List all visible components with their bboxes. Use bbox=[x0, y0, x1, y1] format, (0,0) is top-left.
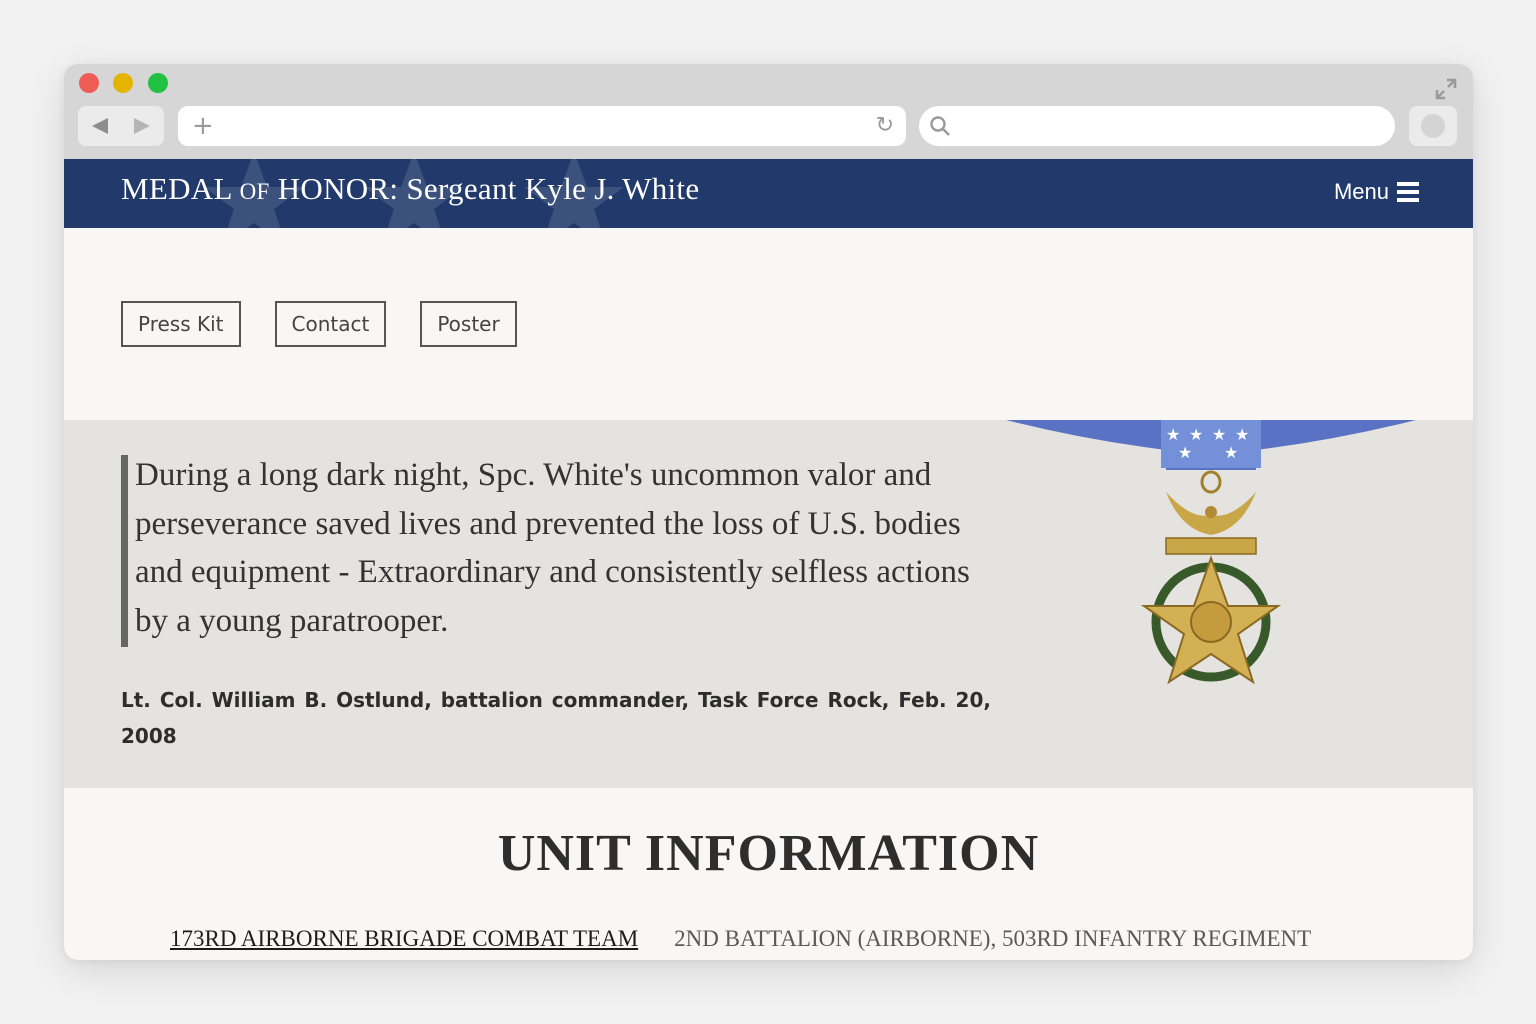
quote-text: During a long dark night, Spc. White's u… bbox=[135, 457, 970, 639]
contact-button[interactable]: Contact bbox=[274, 301, 387, 347]
unit-link-173rd-airborne[interactable]: 173RD AIRBORNE BRIGADE COMBAT TEAM bbox=[170, 926, 638, 952]
menu-label: Menu bbox=[1333, 179, 1389, 204]
svg-text:★: ★ bbox=[1224, 443, 1238, 462]
browser-window: + ↻ MEDAL OF HONOR: Sergeant Kyle J. Whi… bbox=[64, 64, 1473, 960]
menu-button[interactable]: Menu bbox=[1334, 175, 1419, 209]
new-tab-plus-icon[interactable]: + bbox=[192, 112, 214, 140]
hamburger-icon bbox=[1397, 182, 1419, 202]
site-title[interactable]: MEDAL OF HONOR: Sergeant Kyle J. White bbox=[121, 171, 699, 207]
maximize-window-button[interactable] bbox=[148, 73, 168, 93]
press-kit-button[interactable]: Press Kit bbox=[121, 301, 241, 347]
unit-information-heading: UNIT INFORMATION bbox=[497, 825, 1040, 882]
browser-chrome: + ↻ bbox=[64, 64, 1473, 159]
quote-border bbox=[121, 455, 128, 647]
reload-icon[interactable]: ↻ bbox=[876, 114, 894, 138]
unit-links: 173RD AIRBORNE BRIGADE COMBAT TEAM 2ND B… bbox=[170, 926, 1311, 952]
history-nav-group bbox=[78, 106, 164, 146]
svg-text:★: ★ bbox=[1212, 425, 1226, 444]
svg-text:★: ★ bbox=[1178, 443, 1192, 462]
close-window-button[interactable] bbox=[79, 73, 99, 93]
search-icon bbox=[930, 116, 950, 136]
site-title-rest: HONOR: Sergeant Kyle J. White bbox=[277, 171, 700, 206]
svg-text:★: ★ bbox=[1189, 425, 1203, 444]
svg-text:★: ★ bbox=[1235, 425, 1249, 444]
quote-attribution: Lt. Col. William B. Ostlund, battalion c… bbox=[121, 688, 991, 748]
poster-button[interactable]: Poster bbox=[420, 301, 517, 347]
search-bar[interactable] bbox=[919, 106, 1395, 146]
site-header: MEDAL OF HONOR: Sergeant Kyle J. White M… bbox=[64, 159, 1473, 228]
site-title-word-medal: MEDAL bbox=[121, 171, 232, 206]
quote-section: During a long dark night, Spc. White's u… bbox=[64, 420, 1473, 788]
action-button-row: Press Kit Contact Poster bbox=[121, 301, 517, 347]
extension-button[interactable] bbox=[1409, 106, 1457, 146]
extension-circle-icon bbox=[1421, 114, 1445, 138]
forward-arrow-icon[interactable] bbox=[134, 118, 150, 134]
medal-of-honor-image: ★ ★ ★ ★ ★ ★ bbox=[1006, 420, 1416, 685]
expand-icon[interactable] bbox=[1433, 76, 1459, 102]
minimize-window-button[interactable] bbox=[113, 73, 133, 93]
back-arrow-icon[interactable] bbox=[92, 118, 108, 134]
svg-text:★: ★ bbox=[1166, 425, 1180, 444]
site-title-word-of: OF bbox=[239, 179, 270, 204]
unit-link-2nd-battalion[interactable]: 2ND BATTALION (AIRBORNE), 503RD INFANTRY… bbox=[674, 926, 1311, 952]
address-bar[interactable]: + ↻ bbox=[178, 106, 906, 146]
